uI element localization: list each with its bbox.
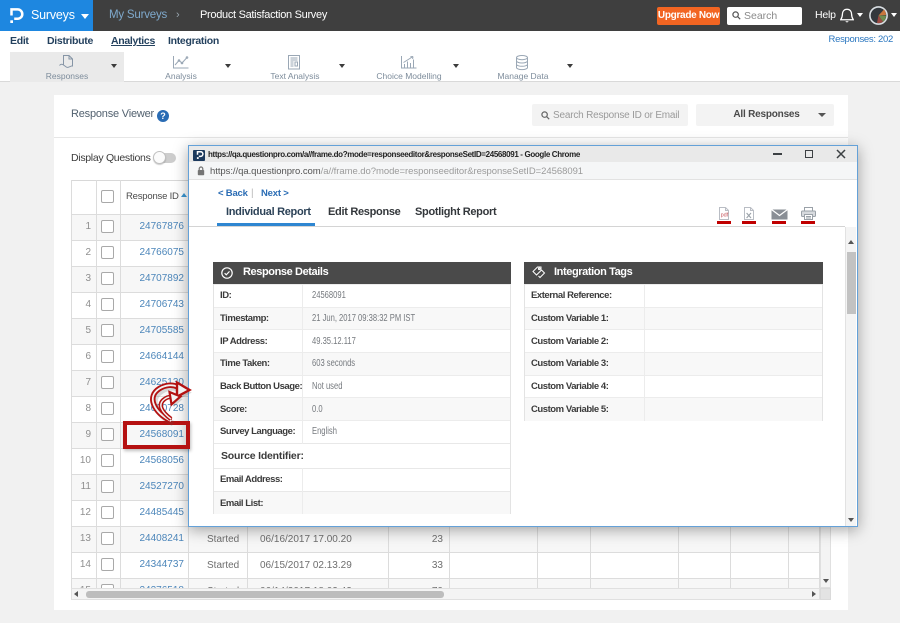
svg-text:pdf: pdf xyxy=(721,213,729,219)
